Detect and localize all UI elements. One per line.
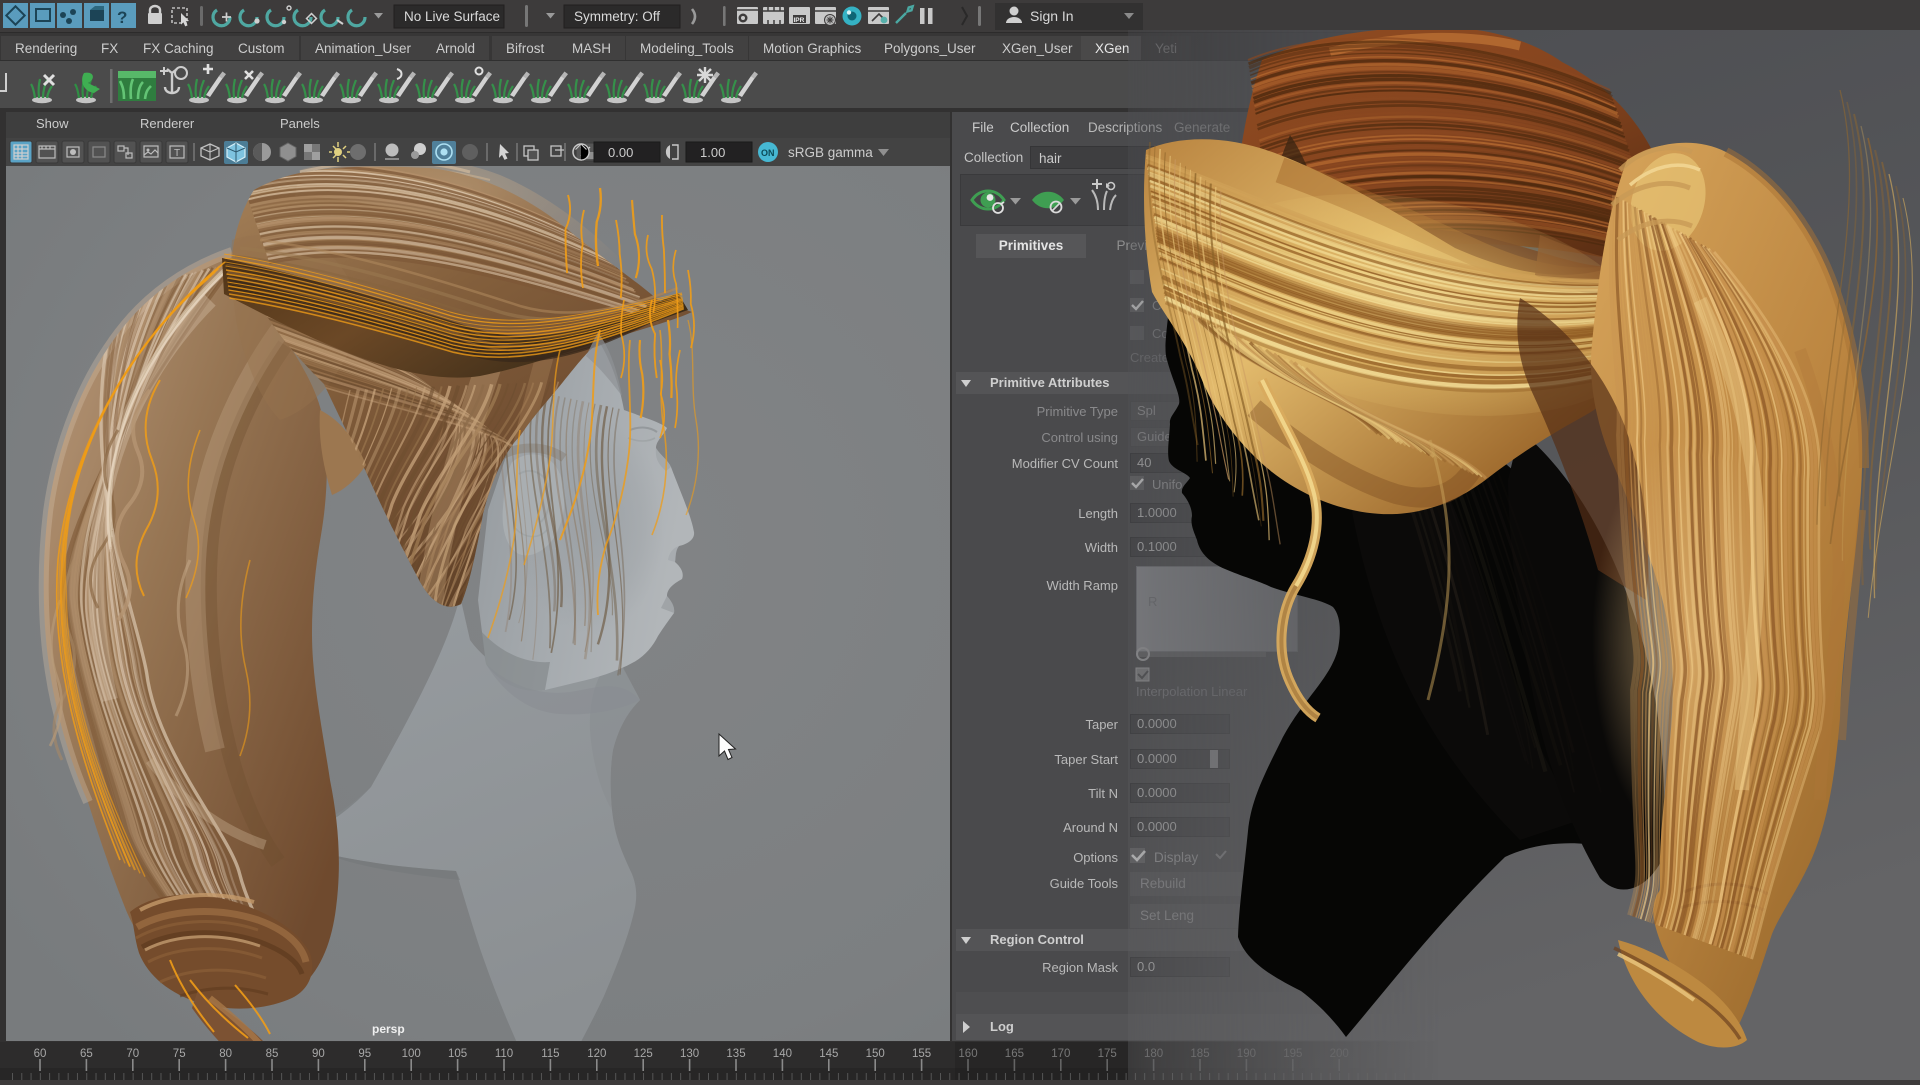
svg-text:No Live Surface: No Live Surface [404, 9, 500, 24]
svg-text:85: 85 [266, 1048, 279, 1060]
svg-text:65: 65 [80, 1048, 93, 1060]
svg-text:Sign In: Sign In [1030, 8, 1074, 24]
svg-text:sRGB gamma: sRGB gamma [788, 145, 873, 160]
svg-text:?: ? [117, 8, 127, 27]
svg-text:120: 120 [587, 1048, 606, 1060]
svg-text:150: 150 [866, 1048, 885, 1060]
svg-text:105: 105 [448, 1048, 467, 1060]
svg-text:100: 100 [402, 1048, 421, 1060]
svg-text:90: 90 [312, 1048, 325, 1060]
svg-text:145: 145 [819, 1048, 838, 1060]
svg-text:130: 130 [680, 1048, 699, 1060]
svg-text:80: 80 [219, 1048, 232, 1060]
svg-text:125: 125 [634, 1048, 653, 1060]
svg-text:Symmetry: Off: Symmetry: Off [574, 9, 660, 24]
svg-text:60: 60 [34, 1048, 47, 1060]
svg-text:140: 140 [773, 1048, 792, 1060]
svg-text:135: 135 [726, 1048, 745, 1060]
svg-text:IPR: IPR [794, 17, 805, 24]
svg-text:1.00: 1.00 [700, 145, 725, 160]
svg-text:0.00: 0.00 [608, 145, 633, 160]
svg-text:75: 75 [173, 1048, 186, 1060]
svg-text:ON: ON [761, 148, 775, 158]
svg-text:115: 115 [541, 1048, 559, 1060]
svg-text:T: T [174, 148, 180, 159]
svg-text:95: 95 [358, 1048, 371, 1060]
svg-text:110: 110 [495, 1048, 513, 1060]
svg-text:70: 70 [126, 1048, 139, 1060]
svg-text:155: 155 [912, 1048, 931, 1060]
